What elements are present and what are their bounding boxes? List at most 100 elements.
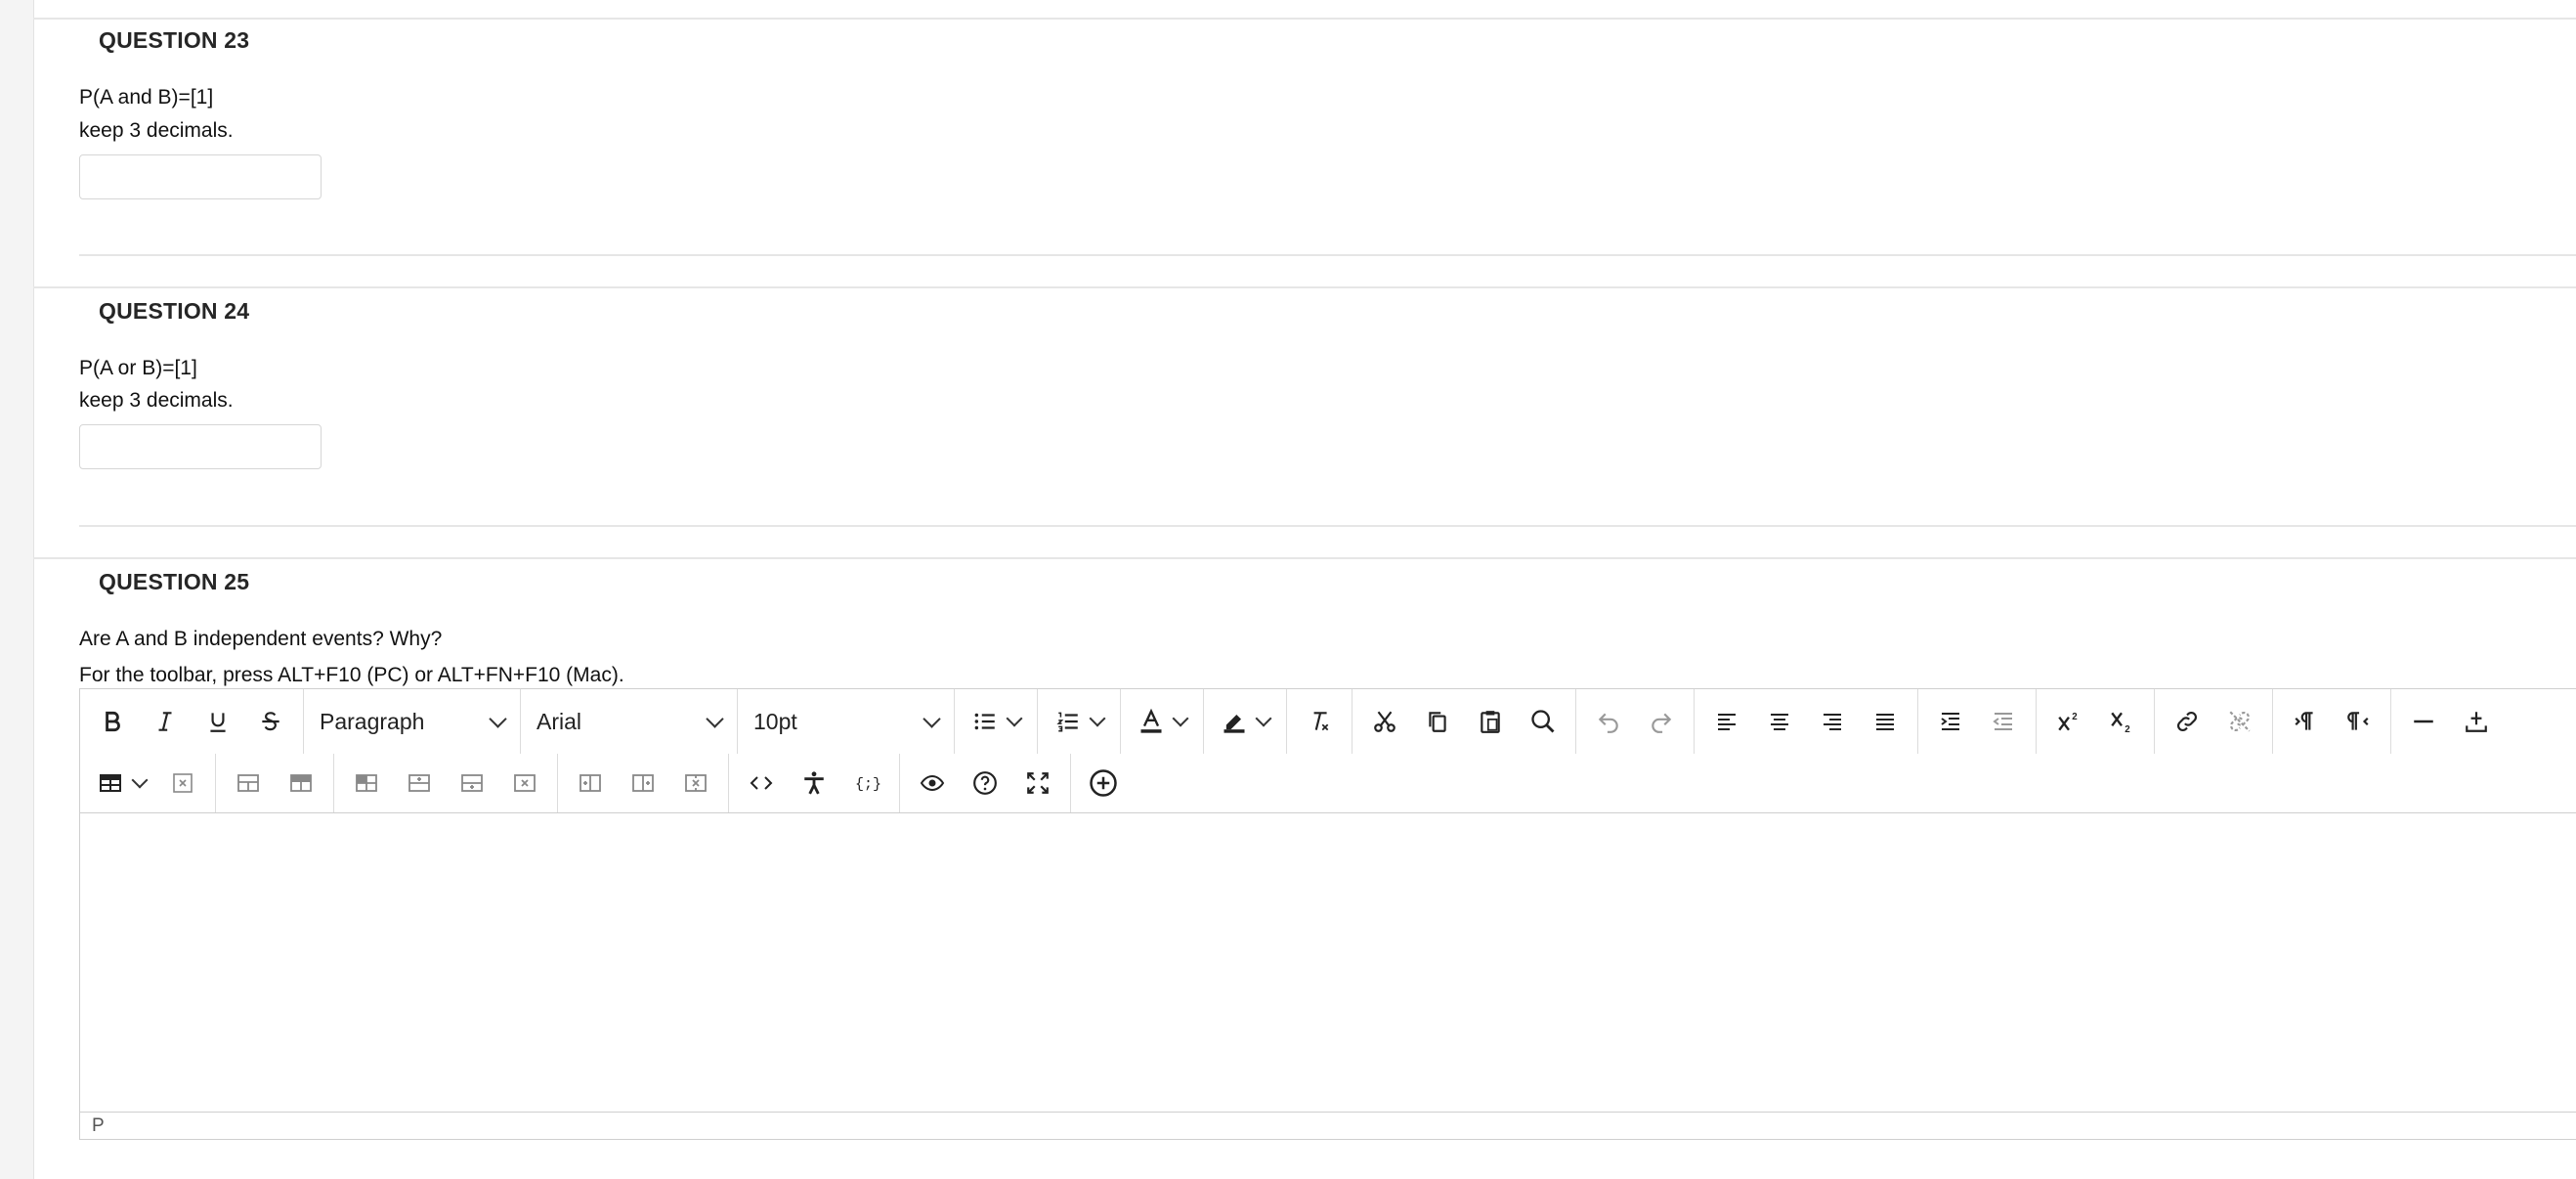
link-group bbox=[2155, 689, 2273, 754]
strikethrough-icon[interactable] bbox=[244, 697, 297, 746]
clear-format-group bbox=[1287, 689, 1352, 754]
bold-icon[interactable] bbox=[86, 697, 139, 746]
delete-col-icon[interactable] bbox=[669, 759, 722, 808]
redo-icon[interactable] bbox=[1635, 697, 1688, 746]
format-group bbox=[80, 689, 304, 754]
insert-col-before-icon[interactable] bbox=[564, 759, 617, 808]
add-content-icon[interactable] bbox=[1077, 759, 1130, 808]
font-size-value: 10pt bbox=[753, 708, 797, 734]
bullet-list-icon[interactable] bbox=[961, 697, 1031, 746]
tools-group: {;} bbox=[729, 754, 900, 812]
fullscreen-icon[interactable] bbox=[1011, 759, 1064, 808]
divider bbox=[33, 286, 2576, 288]
chevron-down-icon bbox=[489, 709, 507, 728]
toolbar-hint: For the toolbar, press ALT+F10 (PC) or A… bbox=[79, 664, 624, 686]
script-group: 2 2 bbox=[2037, 689, 2155, 754]
add-group bbox=[1071, 754, 1136, 812]
question-24-title: QUESTION 24 bbox=[99, 298, 250, 324]
unlink-icon[interactable] bbox=[2213, 697, 2266, 746]
chevron-down-icon bbox=[923, 709, 941, 728]
editor-status-path: P bbox=[80, 1112, 2576, 1139]
italic-icon[interactable] bbox=[139, 697, 192, 746]
table-cell-props-icon[interactable] bbox=[275, 759, 327, 808]
link-icon[interactable] bbox=[2161, 697, 2213, 746]
rich-text-editor: Paragraph Arial 10pt 2 2 {;} P bbox=[79, 688, 2576, 1140]
rtl-icon[interactable] bbox=[2332, 697, 2384, 746]
block-format-value: Paragraph bbox=[320, 708, 425, 734]
table-row-props-icon[interactable] bbox=[222, 759, 275, 808]
insert-group bbox=[2391, 689, 2509, 754]
table-group bbox=[80, 754, 216, 812]
align-center-icon[interactable] bbox=[1753, 697, 1806, 746]
divider bbox=[79, 525, 2576, 527]
table-icon[interactable] bbox=[86, 759, 156, 808]
chevron-down-icon bbox=[706, 709, 724, 728]
align-right-icon[interactable] bbox=[1806, 697, 1859, 746]
insert-col-after-icon[interactable] bbox=[617, 759, 669, 808]
direction-group bbox=[2273, 689, 2391, 754]
font-size-select[interactable]: 10pt bbox=[738, 689, 955, 754]
delete-row-icon[interactable] bbox=[498, 759, 551, 808]
paste-icon[interactable] bbox=[1464, 697, 1517, 746]
question-23-title: QUESTION 23 bbox=[99, 27, 250, 53]
clear-formatting-icon[interactable] bbox=[1293, 697, 1346, 746]
text-color-icon[interactable] bbox=[1127, 697, 1197, 746]
divider bbox=[33, 18, 2576, 20]
question-24-note: keep 3 decimals. bbox=[79, 389, 234, 412]
insert-row-before-icon[interactable] bbox=[393, 759, 446, 808]
editor-toolbar-row-1: Paragraph Arial 10pt 2 2 bbox=[80, 689, 2576, 754]
svg-text:2: 2 bbox=[2125, 724, 2130, 734]
template-icon[interactable]: {;} bbox=[840, 759, 893, 808]
underline-icon[interactable] bbox=[192, 697, 244, 746]
help-icon[interactable] bbox=[959, 759, 1011, 808]
subscript-icon[interactable]: 2 bbox=[2095, 697, 2148, 746]
svg-text:2: 2 bbox=[2072, 712, 2078, 722]
history-group bbox=[1576, 689, 1695, 754]
question-23-answer-input[interactable] bbox=[79, 154, 322, 199]
table-row-group bbox=[334, 754, 558, 812]
copy-icon[interactable] bbox=[1411, 697, 1464, 746]
accessibility-icon[interactable] bbox=[788, 759, 840, 808]
table-props-group bbox=[216, 754, 334, 812]
question-23-note: keep 3 decimals. bbox=[79, 119, 234, 142]
insert-icon[interactable] bbox=[2450, 697, 2503, 746]
code-icon[interactable] bbox=[735, 759, 788, 808]
svg-text:{;}: {;} bbox=[855, 776, 880, 793]
insert-row-after-icon[interactable] bbox=[446, 759, 498, 808]
horizontal-line-icon[interactable] bbox=[2397, 697, 2450, 746]
question-24-text: P(A or B)=[1] bbox=[79, 357, 197, 379]
numbered-list-group bbox=[1038, 689, 1121, 754]
cut-icon[interactable] bbox=[1358, 697, 1411, 746]
superscript-icon[interactable]: 2 bbox=[2042, 697, 2095, 746]
justify-icon[interactable] bbox=[1859, 697, 1911, 746]
align-left-icon[interactable] bbox=[1700, 697, 1753, 746]
question-23-text: P(A and B)=[1] bbox=[79, 86, 214, 109]
left-rail bbox=[0, 0, 34, 1179]
text-color-group bbox=[1121, 689, 1204, 754]
alignment-group bbox=[1695, 689, 1918, 754]
highlight-group bbox=[1204, 689, 1287, 754]
numbered-list-icon[interactable] bbox=[1044, 697, 1114, 746]
block-format-select[interactable]: Paragraph bbox=[304, 689, 521, 754]
outdent-icon[interactable] bbox=[1977, 697, 2030, 746]
preview-icon[interactable] bbox=[906, 759, 959, 808]
quiz-content: QUESTION 23 P(A and B)=[1] keep 3 decima… bbox=[33, 0, 2576, 1179]
divider bbox=[79, 254, 2576, 256]
divider bbox=[33, 557, 2576, 559]
question-25-title: QUESTION 25 bbox=[99, 569, 250, 594]
editor-text-area[interactable] bbox=[80, 813, 2576, 1114]
table-col-group bbox=[558, 754, 729, 812]
ltr-icon[interactable] bbox=[2279, 697, 2332, 746]
search-icon[interactable] bbox=[1517, 697, 1569, 746]
highlight-icon[interactable] bbox=[1210, 697, 1280, 746]
question-24-answer-input[interactable] bbox=[79, 424, 322, 469]
undo-icon[interactable] bbox=[1582, 697, 1635, 746]
indent-icon[interactable] bbox=[1924, 697, 1977, 746]
list-group bbox=[955, 689, 1038, 754]
question-25-text: Are A and B independent events? Why? bbox=[79, 628, 443, 650]
delete-table-icon[interactable] bbox=[156, 759, 209, 808]
clipboard-group bbox=[1352, 689, 1576, 754]
table-merge-icon[interactable] bbox=[340, 759, 393, 808]
editor-toolbar-row-2: {;} bbox=[80, 754, 2576, 813]
font-family-select[interactable]: Arial bbox=[521, 689, 738, 754]
